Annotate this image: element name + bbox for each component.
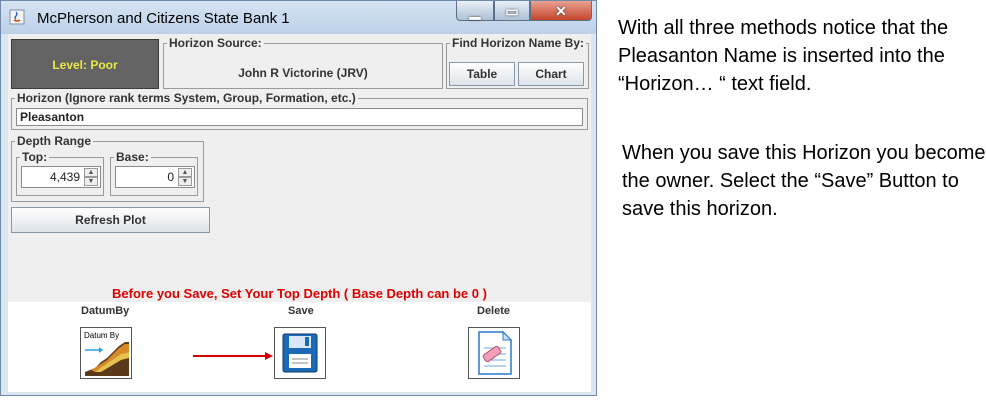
application-window: McPherson and Citizens State Bank 1 ▁ ▭ … <box>0 0 597 396</box>
top-depth-spinner[interactable]: 4,439 ▲ ▼ <box>21 166 101 188</box>
arrow-to-save-icon <box>193 352 273 360</box>
horizon-source-group: Horizon Source: John R Victorine (JRV) <box>163 37 443 89</box>
spinner-up-icon[interactable]: ▲ <box>178 168 192 177</box>
close-icon: ✕ <box>555 3 567 19</box>
depth-range-group: Depth Range Top: 4,439 ▲ ▼ Base: 0 ▲ ▼ <box>11 135 204 202</box>
delete-document-icon <box>478 330 513 375</box>
top-depth-value: 4,439 <box>49 170 80 184</box>
find-horizon-legend: Find Horizon Name By: <box>452 36 585 50</box>
horizon-source-name: John R Victorine (JRV) <box>238 66 368 80</box>
spinner-up-icon[interactable]: ▲ <box>84 168 98 177</box>
base-depth-group: Base: 0 ▲ ▼ <box>110 151 198 196</box>
window-title: McPherson and Citizens State Bank 1 <box>37 10 290 27</box>
maximize-icon: ▭ <box>505 3 519 19</box>
save-button[interactable] <box>274 327 326 379</box>
refresh-plot-button[interactable]: Refresh Plot <box>11 207 210 233</box>
datum-by-button[interactable]: Datum By <box>80 327 132 379</box>
horizon-source-legend: Horizon Source: <box>169 36 262 50</box>
floppy-disk-icon <box>282 333 318 373</box>
minimize-icon: ▁ <box>469 3 481 19</box>
table-button[interactable]: Table <box>449 62 515 86</box>
datum-by-label: DatumBy <box>81 305 130 317</box>
delete-button[interactable] <box>468 327 520 379</box>
java-app-icon <box>9 9 25 25</box>
spinner-down-icon[interactable]: ▼ <box>84 177 98 186</box>
instruction-note-2: When you save this Horizon you become th… <box>622 142 986 220</box>
top-depth-legend: Top: <box>22 150 48 164</box>
close-button[interactable]: ✕ <box>530 1 592 21</box>
save-label: Save <box>288 305 314 317</box>
instruction-note-1: With all three methods notice that the P… <box>618 17 949 95</box>
title-bar[interactable]: McPherson and Citizens State Bank 1 ▁ ▭ … <box>1 1 596 34</box>
base-depth-spinner[interactable]: 0 ▲ ▼ <box>115 166 195 188</box>
save-warning: Before you Save, Set Your Top Depth ( Ba… <box>112 286 487 301</box>
minimize-button[interactable]: ▁ <box>456 1 494 21</box>
level-label: Level: Poor <box>52 58 118 72</box>
maximize-button[interactable]: ▭ <box>494 1 530 21</box>
datum-by-icon: Datum By <box>84 331 129 376</box>
level-indicator: Level: Poor <box>11 39 159 89</box>
base-depth-legend: Base: <box>116 150 149 164</box>
base-depth-value: 0 <box>167 170 174 184</box>
top-depth-group: Top: 4,439 ▲ ▼ <box>16 151 104 196</box>
datum-by-icon-text: Datum By <box>84 331 119 340</box>
find-horizon-group: Find Horizon Name By: Table Chart <box>446 37 589 89</box>
horizon-group: Horizon (Ignore rank terms System, Group… <box>11 92 588 130</box>
depth-range-legend: Depth Range <box>17 134 92 148</box>
horizon-legend: Horizon (Ignore rank terms System, Group… <box>17 91 356 105</box>
chart-button[interactable]: Chart <box>518 62 584 86</box>
horizon-name-input[interactable]: Pleasanton <box>16 108 583 126</box>
client-area: Level: Poor Horizon Source: John R Victo… <box>8 34 591 392</box>
delete-label: Delete <box>477 305 511 317</box>
spinner-down-icon[interactable]: ▼ <box>178 177 192 186</box>
